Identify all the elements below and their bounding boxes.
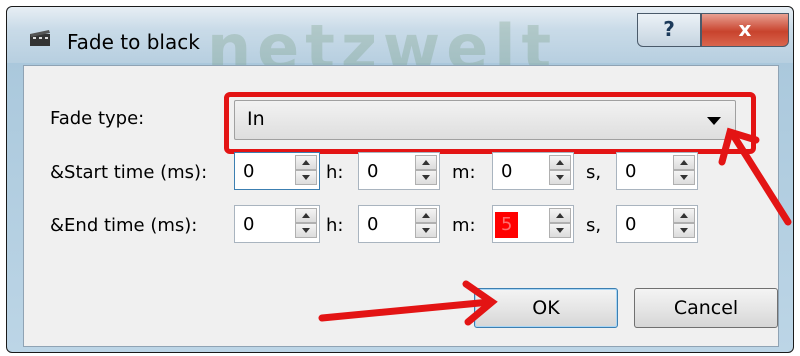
- fade-type-label: Fade type:: [50, 108, 145, 129]
- spin-up-icon[interactable]: [549, 155, 571, 170]
- start-s-label: s,: [586, 162, 602, 183]
- end-m-value: 5: [495, 212, 519, 238]
- start-m-label: m:: [452, 162, 476, 183]
- spin-up-icon[interactable]: [295, 155, 317, 170]
- end-m-label: m:: [452, 215, 476, 236]
- help-icon: ?: [663, 17, 675, 41]
- spin-down-icon[interactable]: [673, 170, 695, 185]
- spin-up-icon[interactable]: [295, 208, 317, 223]
- spin-up-icon[interactable]: [673, 208, 695, 223]
- start-h-value: 0: [367, 161, 379, 182]
- spin-down-icon[interactable]: [549, 170, 571, 185]
- start-h-label: h:: [326, 162, 344, 183]
- spin-down-icon[interactable]: [415, 223, 437, 238]
- spin-down-icon[interactable]: [295, 223, 317, 238]
- spin-down-icon[interactable]: [415, 170, 437, 185]
- cancel-button-label: Cancel: [673, 297, 739, 319]
- start-ms-value: 0: [243, 161, 255, 182]
- end-ms-value: 0: [243, 214, 255, 235]
- help-button[interactable]: ?: [637, 13, 701, 47]
- start-s-value: 0: [625, 161, 637, 182]
- annotation-highlight-box: [224, 92, 756, 154]
- spin-up-icon[interactable]: [415, 208, 437, 223]
- end-s-label: s,: [586, 215, 602, 236]
- app-icon: [30, 30, 50, 46]
- end-h-spinbox[interactable]: 0: [358, 205, 440, 243]
- close-icon: x: [738, 17, 752, 41]
- ok-button[interactable]: OK: [474, 288, 618, 328]
- spin-down-icon[interactable]: [549, 223, 571, 238]
- spin-up-icon[interactable]: [673, 155, 695, 170]
- end-ms-spinbox[interactable]: 0: [234, 205, 320, 243]
- start-s-spinbox[interactable]: 0: [616, 152, 698, 190]
- ok-button-label: OK: [532, 297, 560, 319]
- spin-down-icon[interactable]: [673, 223, 695, 238]
- spin-up-icon[interactable]: [415, 155, 437, 170]
- end-h-label: h:: [326, 215, 344, 236]
- end-m-spinbox[interactable]: 5: [492, 205, 574, 243]
- start-h-spinbox[interactable]: 0: [358, 152, 440, 190]
- title-bar[interactable]: netzwelt Fade to black ? x: [7, 7, 793, 84]
- cancel-button[interactable]: Cancel: [634, 288, 778, 328]
- end-time-label: &End time (ms):: [50, 215, 198, 236]
- dialog-body: Fade type: In &Start time (ms): 0 h: 0 m…: [23, 65, 779, 347]
- window-title: Fade to black: [67, 30, 200, 54]
- start-time-label: &Start time (ms):: [50, 162, 208, 183]
- end-s-spinbox[interactable]: 0: [616, 205, 698, 243]
- start-m-value: 0: [501, 161, 513, 182]
- start-m-spinbox[interactable]: 0: [492, 152, 574, 190]
- spin-up-icon[interactable]: [549, 208, 571, 223]
- start-ms-spinbox[interactable]: 0: [234, 152, 320, 190]
- close-button[interactable]: x: [701, 13, 789, 47]
- dialog-window: netzwelt Fade to black ? x Fade type: In…: [6, 6, 794, 353]
- end-s-value: 0: [625, 214, 637, 235]
- end-h-value: 0: [367, 214, 379, 235]
- spin-down-icon[interactable]: [295, 170, 317, 185]
